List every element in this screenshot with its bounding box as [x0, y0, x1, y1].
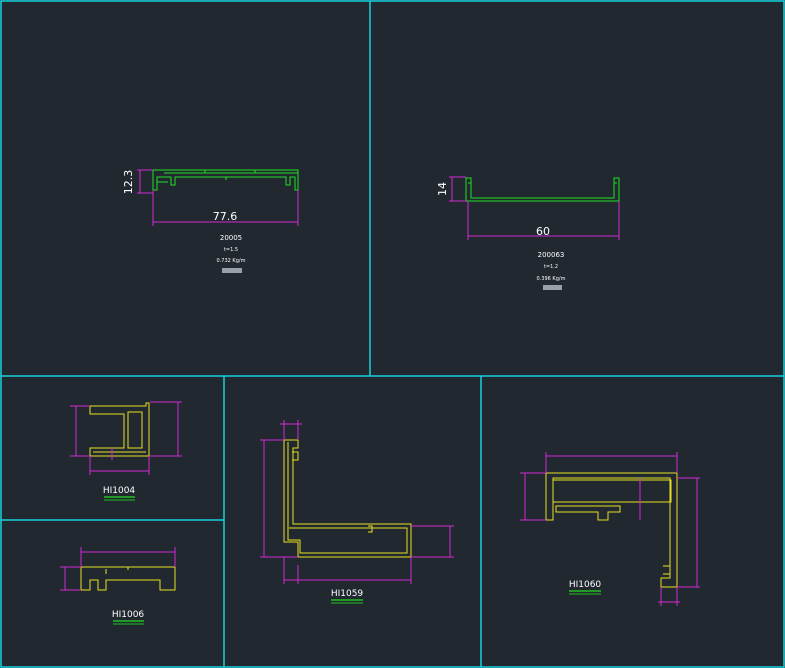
profile-code-hi1060: HI1060 [569, 580, 602, 590]
dim-width-20005: 77.6 [213, 210, 238, 223]
dim-height-200063: 14 [436, 182, 449, 196]
thickness-200063: t=1.2 [544, 264, 558, 270]
dimension-lines-hi1004 [70, 401, 182, 475]
panel-200063[interactable]: 60 14 200063 t=1.2 0.396 Kg/m [436, 176, 620, 290]
dimension-lines-hi1006 [60, 547, 176, 591]
profile-code-200063: 200063 [538, 251, 565, 259]
profile-hi1060 [545, 472, 678, 588]
panel-hi1004[interactable]: HI1004 [70, 401, 182, 501]
dimension-lines-hi1060 [520, 452, 700, 606]
thickness-20005: t=1.5 [224, 247, 238, 253]
profile-code-20005: 20005 [220, 234, 242, 242]
profile-code-hi1004: HI1004 [103, 486, 136, 496]
panel-hi1060[interactable]: HI1060 [520, 452, 700, 606]
panel-hi1006[interactable]: HI1006 [60, 547, 176, 625]
drawing-sheet: 77.6 12.3 20005 t=1.5 0.732 Kg/m 60 14 2… [0, 0, 785, 668]
weight-20005: 0.732 Kg/m [217, 258, 246, 264]
profile-200063 [465, 177, 620, 202]
cad-drawing-canvas[interactable]: 77.6 12.3 20005 t=1.5 0.732 Kg/m 60 14 2… [0, 0, 785, 668]
profile-hi1059 [283, 439, 412, 558]
panel-20005[interactable]: 77.6 12.3 20005 t=1.5 0.732 Kg/m [122, 169, 299, 273]
weight-200063: 0.396 Kg/m [537, 276, 566, 282]
profile-code-hi1059: HI1059 [331, 589, 364, 599]
dim-height-20005: 12.3 [122, 170, 135, 195]
profile-hi1006 [80, 566, 176, 591]
dim-width-200063: 60 [536, 225, 550, 238]
label-block-200063 [543, 285, 562, 290]
dimension-lines-200063 [449, 176, 620, 240]
profile-hi1004 [89, 402, 150, 457]
panel-hi1059[interactable]: HI1059 [260, 420, 454, 604]
profile-code-hi1006: HI1006 [112, 610, 145, 620]
dimension-lines-hi1059 [260, 420, 454, 584]
label-block-20005 [222, 268, 242, 273]
profile-20005 [152, 169, 299, 191]
